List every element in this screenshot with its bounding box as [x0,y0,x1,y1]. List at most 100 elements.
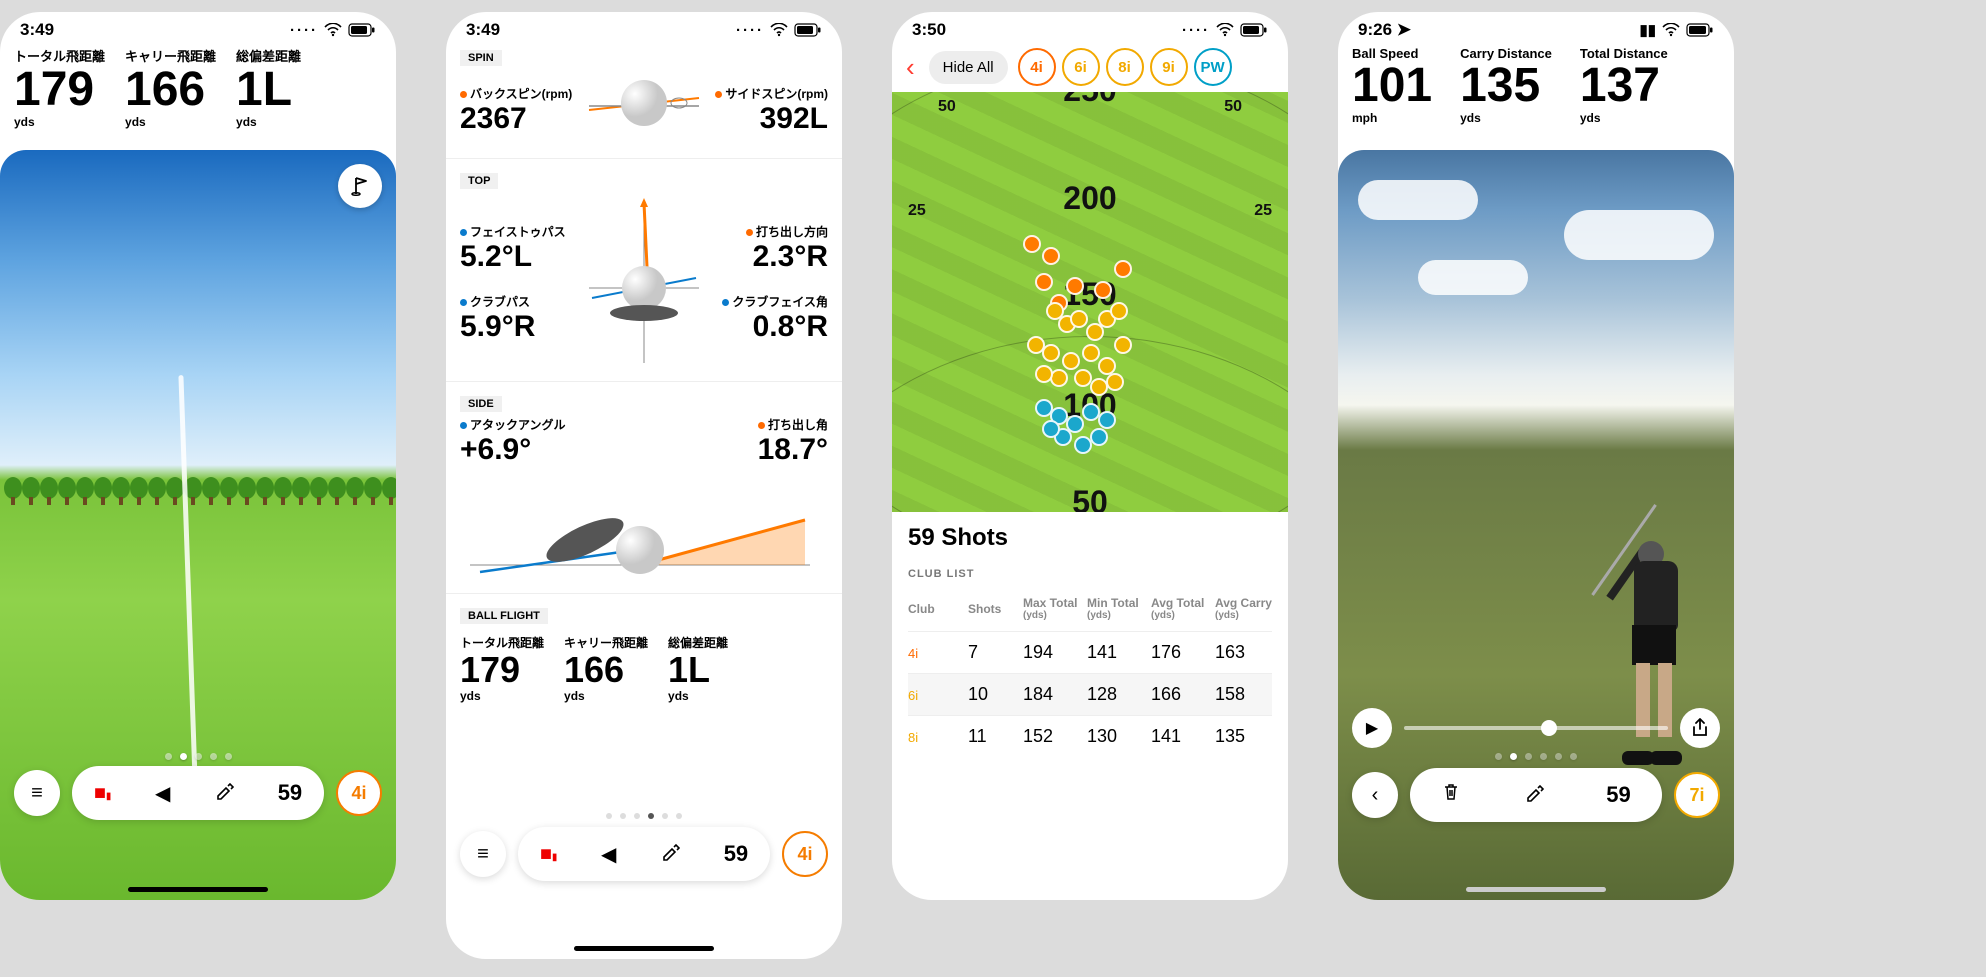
club-selector[interactable]: 7i [1674,772,1720,818]
shot-dot[interactable] [1094,281,1112,299]
page-indicator[interactable] [446,813,842,819]
club-table: Club Shots Max Total(yds) Min Total(yds)… [908,586,1272,757]
play-button[interactable]: ▶ [1352,708,1392,748]
share-icon [1691,718,1709,738]
cellular-icon: ···· [1182,22,1210,39]
chip-pw[interactable]: PW [1194,48,1232,86]
status-bar: 9:26 ➤ ▮▮ [1338,12,1734,42]
flag-icon [349,175,371,197]
table-row[interactable]: 4i7194141176163 [908,631,1272,673]
shot-dot[interactable] [1090,428,1108,446]
hide-all-button[interactable]: Hide All [929,51,1008,84]
shot-dot[interactable] [1110,302,1128,320]
page-indicator[interactable] [0,753,396,760]
dispersion-field[interactable]: 250 200 150 100 50 50 50 25 25 [892,92,1288,512]
cellular-icon: ▮▮ [1639,21,1656,39]
menu-button[interactable]: ≡ [14,770,60,816]
chip-8i[interactable]: 8i [1106,48,1144,86]
record-icon[interactable]: ■▮ [94,782,112,805]
shot-dot[interactable] [1114,260,1132,278]
sound-icon[interactable]: ◀ [601,842,616,867]
metrics-row: Ball Speed 101 mph Carry Distance 135 yd… [1338,42,1734,125]
shot-dot[interactable] [1098,357,1116,375]
screen-tracer: 3:49 ···· トータル飛距離 179 yds キャリー飛距離 166 yd… [0,12,396,900]
edit-icon[interactable] [1524,782,1544,808]
shot-dot[interactable] [1035,273,1053,291]
back-button[interactable]: ‹ [1352,772,1398,818]
shot-dot[interactable] [1098,411,1116,429]
wifi-icon [770,23,788,37]
wifi-icon [324,23,342,37]
status-time: 3:49 [20,20,54,40]
metric-carry-distance: Carry Distance 135 yds [1460,46,1552,125]
home-indicator[interactable] [1466,887,1606,892]
chip-6i[interactable]: 6i [1062,48,1100,86]
edit-icon[interactable] [214,780,234,806]
table-row[interactable]: 8i11152130141135 [908,715,1272,757]
wifi-icon [1662,23,1680,37]
filter-bar: ‹ Hide All 4i 6i 8i 9i PW [892,42,1288,92]
bottom-toolbar: ≡ ■▮ ◀ 59 4i [460,827,828,881]
club-filter-chips: 4i 6i 8i 9i PW [1018,48,1232,86]
shot-number[interactable]: 59 [278,780,302,806]
face-to-path-metric: フェイストゥパス 5.2°L [460,223,584,273]
stats-panel: 59 Shots CLUB LIST Club Shots Max Total(… [892,512,1288,757]
launch-direction-metric: 打ち出し方向 2.3°R [704,223,828,273]
shot-number[interactable]: 59 [1606,782,1630,808]
control-pill: 59 [1410,768,1662,822]
bottom-toolbar: ≡ ■▮ ◀ 59 4i [14,766,382,820]
menu-icon: ≡ [477,843,489,866]
screen-swing-data: 3:49 ···· SPIN バックスピン(rpm) 2367 サイドスピン(r… [446,12,842,959]
status-bar: 3:49 ···· [446,12,842,42]
shot-dot[interactable] [1042,420,1060,438]
home-indicator[interactable] [574,946,714,951]
face-angle-metric: クラブフェイス角 0.8°R [704,293,828,343]
status-time: 3:50 [912,20,946,40]
wifi-icon [1216,23,1234,37]
club-selector[interactable]: 4i [782,831,828,877]
shot-dot[interactable] [1114,336,1132,354]
menu-icon: ≡ [31,782,43,805]
target-flag-button[interactable] [338,164,382,208]
battery-icon [1686,23,1714,37]
side-diagram [460,470,828,585]
share-button[interactable] [1680,708,1720,748]
status-bar: 3:50 ···· [892,12,1288,42]
page-indicator[interactable] [1338,753,1734,760]
shot-dot[interactable] [1066,277,1084,295]
sound-icon[interactable]: ◀ [155,781,170,806]
control-pill: ■▮ ◀ 59 [518,827,770,881]
status-icons: ▮▮ [1639,21,1714,39]
metric-carry-distance: キャリー飛距離 166 yds [125,46,216,129]
table-header: Club Shots Max Total(yds) Min Total(yds)… [908,586,1272,631]
shot-dot[interactable] [1023,235,1041,253]
club-chip: 8i [908,730,918,745]
metric-total-distance: トータル飛距離 179 yds [460,634,544,703]
club-chip: 4i [908,646,918,661]
chevron-left-icon: ‹ [1372,784,1379,807]
back-spin-metric: バックスピン(rpm) 2367 [460,85,584,135]
record-icon[interactable]: ■▮ [540,843,558,866]
ball-tracer-line [179,375,199,810]
table-row[interactable]: 6i10184128166158 [908,673,1272,715]
shot-dot[interactable] [1082,344,1100,362]
menu-button[interactable]: ≡ [460,831,506,877]
metrics-row: トータル飛距離 179 yds キャリー飛距離 166 yds 総偏差距離 1L… [0,42,396,129]
metric-offline: 総偏差距離 1L yds [668,634,728,703]
launch-angle-metric: 打ち出し角 18.7° [644,416,828,466]
trash-icon[interactable] [1441,782,1461,808]
home-indicator[interactable] [128,887,268,892]
cellular-icon: ···· [736,22,764,39]
edit-icon[interactable] [660,841,680,867]
shot-dot[interactable] [1035,365,1053,383]
club-path-metric: クラブパス 5.9°R [460,293,584,343]
back-button[interactable]: ‹ [902,52,919,83]
spin-section: SPIN バックスピン(rpm) 2367 サイドスピン(rpm) 392L [446,42,842,152]
club-chip: 6i [908,688,918,703]
shot-number[interactable]: 59 [724,841,748,867]
scrubber[interactable] [1404,726,1668,730]
chip-4i[interactable]: 4i [1018,48,1056,86]
metric-total-distance: Total Distance 137 yds [1580,46,1668,125]
club-selector[interactable]: 4i [336,770,382,816]
chip-9i[interactable]: 9i [1150,48,1188,86]
